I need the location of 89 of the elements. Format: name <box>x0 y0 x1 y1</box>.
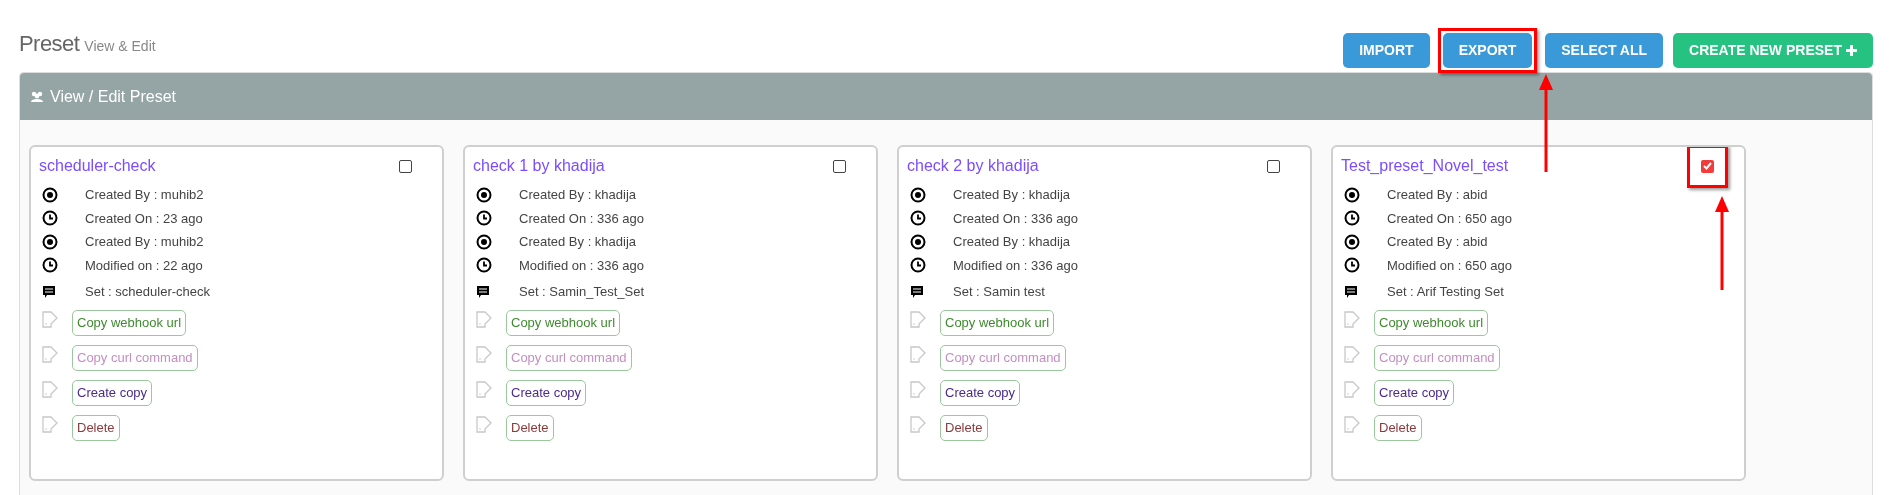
check-icon <box>1703 162 1712 170</box>
info-text: Modified on : 22 ago <box>85 256 203 275</box>
action-button[interactable]: Create copy <box>940 380 1021 406</box>
action-button[interactable]: Copy curl command <box>940 345 1066 371</box>
clock-icon <box>1344 210 1360 227</box>
preset-title[interactable]: Test_preset_Novel_test <box>1341 154 1509 178</box>
clock-icon <box>476 210 492 227</box>
radio-dot-icon <box>42 186 58 203</box>
clock-icon <box>42 257 58 274</box>
info-text: Created On : 23 ago <box>85 209 203 228</box>
tag-icon <box>909 310 927 330</box>
action-button[interactable]: Delete <box>940 415 988 441</box>
action-button[interactable]: Copy curl command <box>72 345 198 371</box>
comment-icon <box>476 285 490 299</box>
radio-dot-icon <box>1344 186 1360 203</box>
clock-icon <box>910 210 926 227</box>
tag-icon <box>475 380 493 400</box>
comment-icon <box>42 285 56 299</box>
radio-dot-icon <box>910 233 926 250</box>
action-button[interactable]: Delete <box>72 415 120 441</box>
action-button[interactable]: Copy webhook url <box>1374 310 1489 336</box>
action-button[interactable]: Copy curl command <box>506 345 632 371</box>
info-text: Created By : khadija <box>519 186 637 204</box>
toolbar-button[interactable]: IMPORT <box>1343 33 1430 68</box>
action-button[interactable]: Copy webhook url <box>940 310 1055 336</box>
tag-icon <box>909 345 927 365</box>
info-text: Created On : 336 ago <box>953 209 1079 228</box>
plus-icon <box>1846 45 1857 56</box>
info-text: Modified on : 650 ago <box>1387 256 1513 275</box>
info-text: Created By : khadija <box>953 233 1071 251</box>
clock-icon <box>476 257 492 274</box>
info-text: Created By : khadija <box>953 186 1071 204</box>
tag-icon <box>475 415 493 435</box>
toolbar-button[interactable]: SELECT ALL <box>1545 33 1663 68</box>
info-text: Created By : khadija <box>519 233 637 251</box>
info-text: Set : scheduler-check <box>85 283 210 302</box>
tag-icon <box>1343 415 1361 435</box>
tag-icon <box>41 310 59 330</box>
radio-dot-icon <box>476 186 492 203</box>
comment-icon <box>910 285 924 299</box>
action-button[interactable]: Create copy <box>72 380 153 406</box>
tag-icon <box>41 345 59 365</box>
users-icon <box>30 90 44 103</box>
action-button[interactable]: Create copy <box>506 380 587 406</box>
clock-icon <box>42 210 58 227</box>
info-text: Created On : 336 ago <box>519 209 645 228</box>
info-text: Modified on : 336 ago <box>953 256 1079 275</box>
checkbox[interactable] <box>399 159 412 173</box>
info-text: Created By : abid <box>1387 233 1488 251</box>
page-subtitle: View & Edit <box>84 37 156 56</box>
preset-title[interactable]: check 1 by khadija <box>473 154 605 178</box>
info-text: Modified on : 336 ago <box>519 256 645 275</box>
radio-dot-icon <box>910 186 926 203</box>
action-button[interactable]: Copy webhook url <box>506 310 621 336</box>
tag-icon <box>41 415 59 435</box>
panel-title: View / Edit Preset <box>50 86 176 107</box>
radio-dot-icon <box>476 233 492 250</box>
tag-icon <box>1343 380 1361 400</box>
info-text: Created By : muhib2 <box>85 186 204 204</box>
checkbox[interactable] <box>833 159 846 173</box>
action-button[interactable]: Delete <box>506 415 554 441</box>
clock-icon <box>910 257 926 274</box>
action-button[interactable]: Copy webhook url <box>72 310 187 336</box>
tag-icon <box>1343 345 1361 365</box>
page-title: Preset <box>19 30 80 58</box>
tag-icon <box>475 345 493 365</box>
clock-icon <box>1344 257 1360 274</box>
checkbox[interactable] <box>1267 159 1280 173</box>
tag-icon <box>909 415 927 435</box>
info-text: Created By : muhib2 <box>85 233 204 251</box>
radio-dot-icon <box>42 233 58 250</box>
action-button[interactable]: Copy curl command <box>1374 345 1500 371</box>
toolbar-button[interactable]: EXPORT <box>1442 33 1533 68</box>
tag-icon <box>1343 310 1361 330</box>
info-text: Created On : 650 ago <box>1387 209 1513 228</box>
preset-title[interactable]: scheduler-check <box>39 154 156 178</box>
action-button[interactable]: Create copy <box>1374 380 1455 406</box>
comment-icon <box>1344 285 1358 299</box>
info-text: Set : Arif Testing Set <box>1387 283 1504 302</box>
checkbox[interactable] <box>1701 159 1714 173</box>
tag-icon <box>41 380 59 400</box>
info-text: Set : Samin test <box>953 283 1045 302</box>
tag-icon <box>475 310 493 330</box>
radio-dot-icon <box>1344 233 1360 250</box>
info-text: Created By : abid <box>1387 186 1488 204</box>
info-text: Set : Samin_Test_Set <box>519 283 644 302</box>
preset-title[interactable]: check 2 by khadija <box>907 154 1039 178</box>
action-button[interactable]: Delete <box>1374 415 1422 441</box>
tag-icon <box>909 380 927 400</box>
